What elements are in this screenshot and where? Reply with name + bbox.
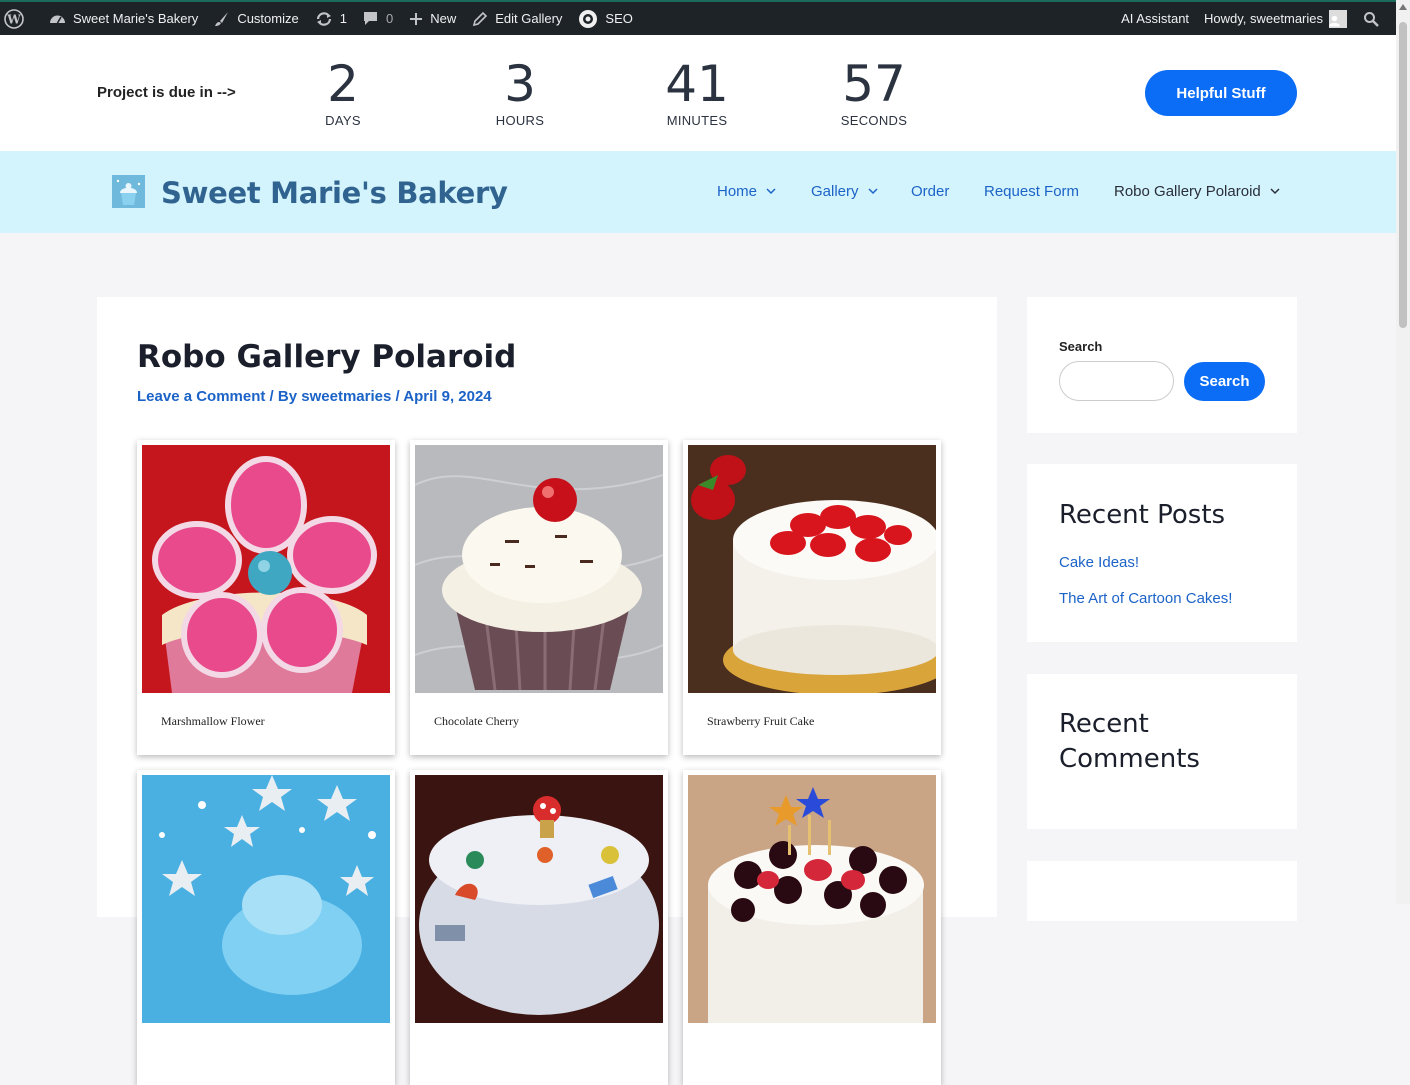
- recent-comments-title-line2: Comments: [1059, 744, 1200, 774]
- scroll-up-arrow-icon[interactable]: [1399, 4, 1407, 10]
- nav-order[interactable]: Order: [911, 183, 949, 200]
- sidebar-widget: [1027, 861, 1297, 921]
- post-date-link[interactable]: April 9, 2024: [403, 388, 491, 405]
- nav-robo-gallery-polaroid[interactable]: Robo Gallery Polaroid: [1114, 183, 1280, 200]
- recent-post-link[interactable]: The Art of Cartoon Cakes!: [1059, 590, 1232, 607]
- recent-comments-title-line1: Recent: [1059, 709, 1149, 739]
- nav-robo-label: Robo Gallery Polaroid: [1114, 183, 1261, 200]
- recent-posts-title: Recent Posts: [1059, 500, 1226, 530]
- edit-gallery-link[interactable]: Edit Gallery: [464, 2, 570, 35]
- chevron-down-icon: [867, 188, 878, 195]
- svg-text:W: W: [6, 12, 21, 26]
- countdown-bar: Project is due in --> 2 DAYS 3 HOURS 41 …: [0, 35, 1396, 151]
- nav-order-label: Order: [911, 183, 950, 200]
- days-value: 2: [327, 55, 359, 113]
- admin-search-icon[interactable]: [1355, 2, 1396, 35]
- post-article: Robo Gallery Polaroid Leave a Comment / …: [97, 297, 997, 1085]
- gallery-caption: Marshmallow Flower: [161, 714, 265, 728]
- recent-post-link[interactable]: Cake Ideas!: [1059, 554, 1139, 571]
- leave-comment-link[interactable]: Leave a Comment: [137, 388, 265, 405]
- minutes-value: 41: [665, 55, 729, 113]
- gallery-caption: Strawberry Fruit Cake: [707, 714, 815, 728]
- helpful-stuff-button[interactable]: Helpful Stuff: [1145, 70, 1297, 116]
- comments-count: 0: [385, 11, 394, 26]
- my-account-menu[interactable]: Howdy, sweetmaries: [1196, 2, 1355, 35]
- nav-gallery-label: Gallery: [811, 183, 859, 200]
- customize-link[interactable]: Customize: [206, 2, 306, 35]
- meta-separator: /: [391, 388, 404, 405]
- wordpress-logo-icon[interactable]: W: [0, 2, 41, 35]
- ai-assistant-link[interactable]: AI Assistant: [1113, 2, 1196, 35]
- seconds-value: 57: [842, 55, 906, 113]
- updates-link[interactable]: 1: [307, 2, 355, 35]
- marshmallow-flower-image: [142, 445, 390, 693]
- plus-icon: [410, 12, 423, 25]
- updates-count: 1: [339, 11, 347, 26]
- site-logo[interactable]: [112, 175, 145, 208]
- scrollbar-thumb[interactable]: [1399, 22, 1407, 328]
- meta-by-text: / By: [265, 388, 302, 405]
- star-cupcake-image: [142, 775, 390, 1023]
- post-title: Robo Gallery Polaroid: [137, 339, 517, 375]
- brush-icon: [215, 11, 229, 26]
- countdown-label: Project is due in -->: [97, 84, 236, 101]
- page-scrollbar[interactable]: [1396, 0, 1410, 904]
- gallery-card[interactable]: [683, 770, 941, 1085]
- edit-gallery-label: Edit Gallery: [495, 11, 563, 26]
- ai-assistant-label: AI Assistant: [1121, 11, 1190, 26]
- site-name-label: Sweet Marie's Bakery: [73, 11, 199, 26]
- site-header: Sweet Marie's Bakery Home Gallery Order …: [0, 151, 1396, 233]
- site-title[interactable]: Sweet Marie's Bakery: [161, 176, 508, 210]
- search-label: Search: [1059, 339, 1103, 354]
- countdown-days: 2 DAYS: [283, 57, 403, 128]
- gallery-card[interactable]: Strawberry Fruit Cake: [683, 440, 941, 755]
- chevron-down-icon: [766, 188, 776, 195]
- author-link[interactable]: sweetmaries: [301, 388, 391, 405]
- days-label: DAYS: [325, 113, 361, 128]
- updates-icon: [316, 11, 331, 26]
- gallery-card[interactable]: [137, 770, 395, 1085]
- seconds-label: SECONDS: [840, 113, 908, 128]
- minutes-label: MINUTES: [666, 113, 728, 128]
- avatar: [1329, 9, 1347, 28]
- howdy-label: Howdy, sweetmaries: [1204, 11, 1323, 26]
- search-button[interactable]: Search: [1184, 362, 1265, 401]
- search-input[interactable]: [1059, 361, 1174, 401]
- cartoon-cake-image: [415, 775, 663, 1023]
- search-widget: Search Search: [1027, 297, 1297, 433]
- gallery-caption: Chocolate Cherry: [434, 714, 519, 728]
- comment-icon: [363, 12, 377, 25]
- recent-posts-widget: Recent Posts Cake Ideas! The Art of Cart…: [1027, 464, 1297, 642]
- seo-menu[interactable]: SEO: [570, 2, 640, 35]
- new-label: New: [430, 11, 457, 26]
- nav-home-label: Home: [717, 183, 758, 200]
- post-meta: Leave a Comment / By sweetmaries / April…: [137, 388, 492, 405]
- countdown-seconds: 57 SECONDS: [814, 57, 934, 128]
- site-name-menu[interactable]: Sweet Marie's Bakery: [41, 2, 206, 35]
- customize-label: Customize: [237, 11, 299, 26]
- nav-gallery[interactable]: Gallery: [811, 183, 878, 200]
- gallery-card[interactable]: Chocolate Cherry: [410, 440, 668, 755]
- gallery-card[interactable]: [410, 770, 668, 1085]
- countdown-minutes: 41 MINUTES: [637, 57, 757, 128]
- pencil-icon: [473, 11, 488, 26]
- seo-gear-icon: [579, 9, 598, 28]
- comments-link[interactable]: 0: [355, 2, 401, 35]
- new-content-menu[interactable]: New: [401, 2, 464, 35]
- admin-bar: W Sweet Marie's Bakery Customize 1 0 New…: [0, 0, 1396, 35]
- gallery-card[interactable]: Marshmallow Flower: [137, 440, 395, 755]
- nav-home[interactable]: Home: [717, 183, 776, 200]
- berry-cake-image: [688, 775, 936, 1023]
- chevron-down-icon: [1270, 188, 1280, 195]
- hours-value: 3: [504, 55, 536, 113]
- seo-label: SEO: [605, 11, 633, 26]
- dashboard-icon: [50, 15, 65, 24]
- nav-request-form[interactable]: Request Form: [984, 183, 1079, 200]
- chocolate-cherry-image: [415, 445, 663, 693]
- recent-comments-widget: Recent Comments: [1027, 674, 1297, 829]
- nav-request-form-label: Request Form: [984, 183, 1080, 200]
- hours-label: HOURS: [495, 113, 545, 128]
- countdown-hours: 3 HOURS: [460, 57, 580, 128]
- strawberry-fruit-cake-image: [688, 445, 936, 693]
